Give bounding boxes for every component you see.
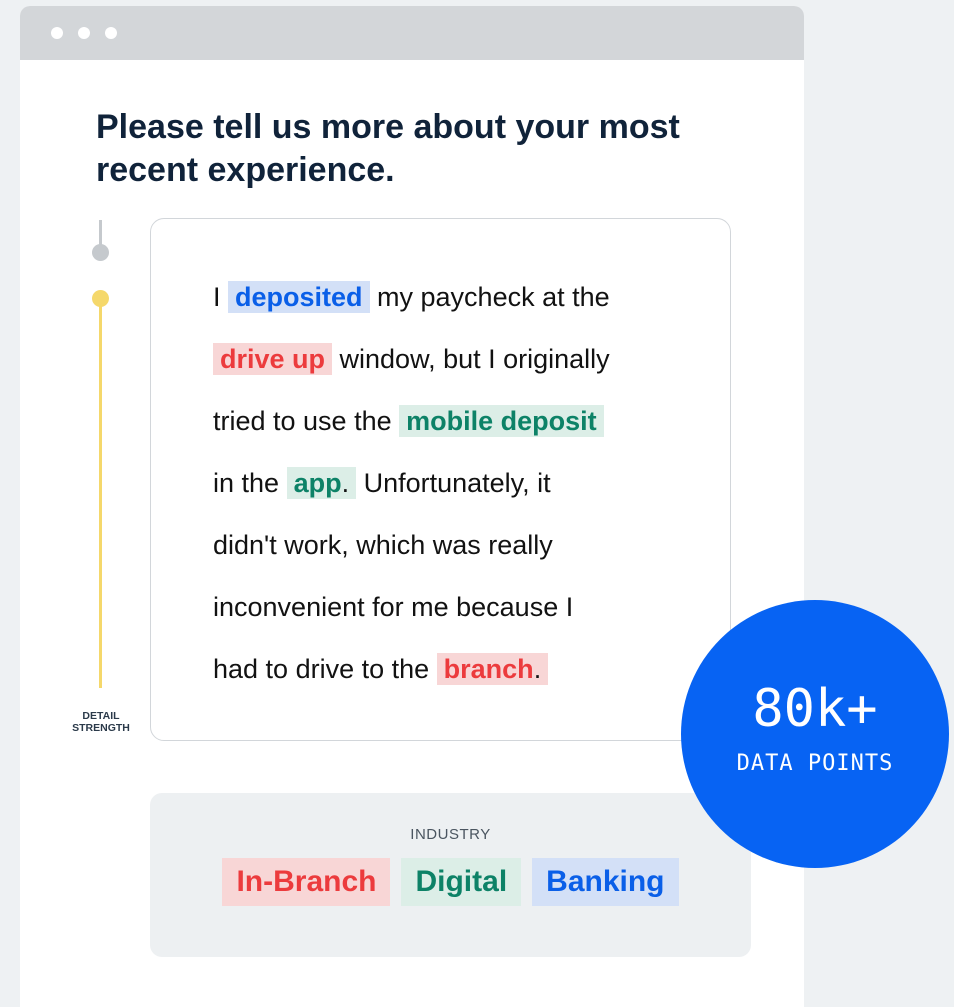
response-line: had to drive to the branch.: [213, 647, 690, 709]
badge-value: 80k+: [752, 679, 878, 739]
slider-track-filled: [99, 298, 102, 688]
response-line: inconvenient for me because I: [213, 585, 690, 647]
industry-tag-digital[interactable]: Digital: [401, 858, 522, 906]
response-line: drive up window, but I originally: [213, 337, 690, 399]
keyword-text: mobile deposit: [406, 406, 597, 436]
keyword-text: branch: [443, 654, 534, 684]
keyword-text: deposited: [235, 282, 363, 312]
plain-text: in the: [213, 468, 287, 498]
keyword-punctuation: .: [341, 468, 350, 498]
keyword-highlight: mobile deposit: [399, 405, 604, 437]
keyword-highlight: branch.: [436, 653, 549, 685]
slider-knob-inactive[interactable]: [92, 244, 109, 261]
keyword-highlight: deposited: [228, 281, 370, 313]
detail-strength-label: DETAIL STRENGTH: [72, 710, 130, 734]
plain-text: I: [213, 282, 229, 312]
page-title: Please tell us more about your most rece…: [96, 108, 680, 189]
plain-text: had to drive to the: [213, 654, 437, 684]
plain-text: inconvenient for me because I: [213, 592, 574, 622]
response-line: I deposited my paycheck at the: [213, 275, 690, 337]
window-dot-icon: [78, 27, 90, 39]
industry-tag-banking[interactable]: Banking: [532, 858, 679, 906]
window-titlebar: [20, 6, 804, 60]
response-line: didn't work, which was really: [213, 523, 690, 585]
plain-text: tried to use the: [213, 406, 400, 436]
keyword-highlight: drive up: [213, 343, 333, 375]
industry-panel: INDUSTRY In-Branch Digital Banking: [150, 793, 751, 957]
industry-label: INDUSTRY: [410, 826, 491, 843]
keyword-highlight: app.: [286, 467, 357, 499]
industry-tag-in-branch[interactable]: In-Branch: [222, 858, 391, 906]
response-text: I deposited my paycheck at the drive up w…: [213, 275, 690, 709]
response-card[interactable]: I deposited my paycheck at the drive up w…: [150, 218, 731, 741]
data-points-badge: 80k+ DATA POINTS: [681, 600, 949, 868]
slider-knob-active[interactable]: [92, 290, 109, 307]
keyword-text: drive up: [220, 344, 326, 374]
keyword-text: app: [293, 468, 342, 498]
browser-window: Please tell us more about your most rece…: [20, 6, 804, 1007]
industry-tags: In-Branch Digital Banking: [150, 858, 751, 906]
window-dot-icon: [51, 27, 63, 39]
plain-text: Unfortunately, it: [356, 468, 551, 498]
badge-label: DATA POINTS: [736, 751, 894, 776]
window-dot-icon: [105, 27, 117, 39]
plain-text: didn't work, which was really: [213, 530, 553, 560]
response-line: tried to use the mobile deposit: [213, 399, 690, 461]
plain-text: window, but I originally: [332, 344, 610, 374]
response-line: in the app. Unfortunately, it: [213, 461, 690, 523]
plain-text: my paycheck at the: [369, 282, 610, 312]
keyword-punctuation: .: [533, 654, 542, 684]
